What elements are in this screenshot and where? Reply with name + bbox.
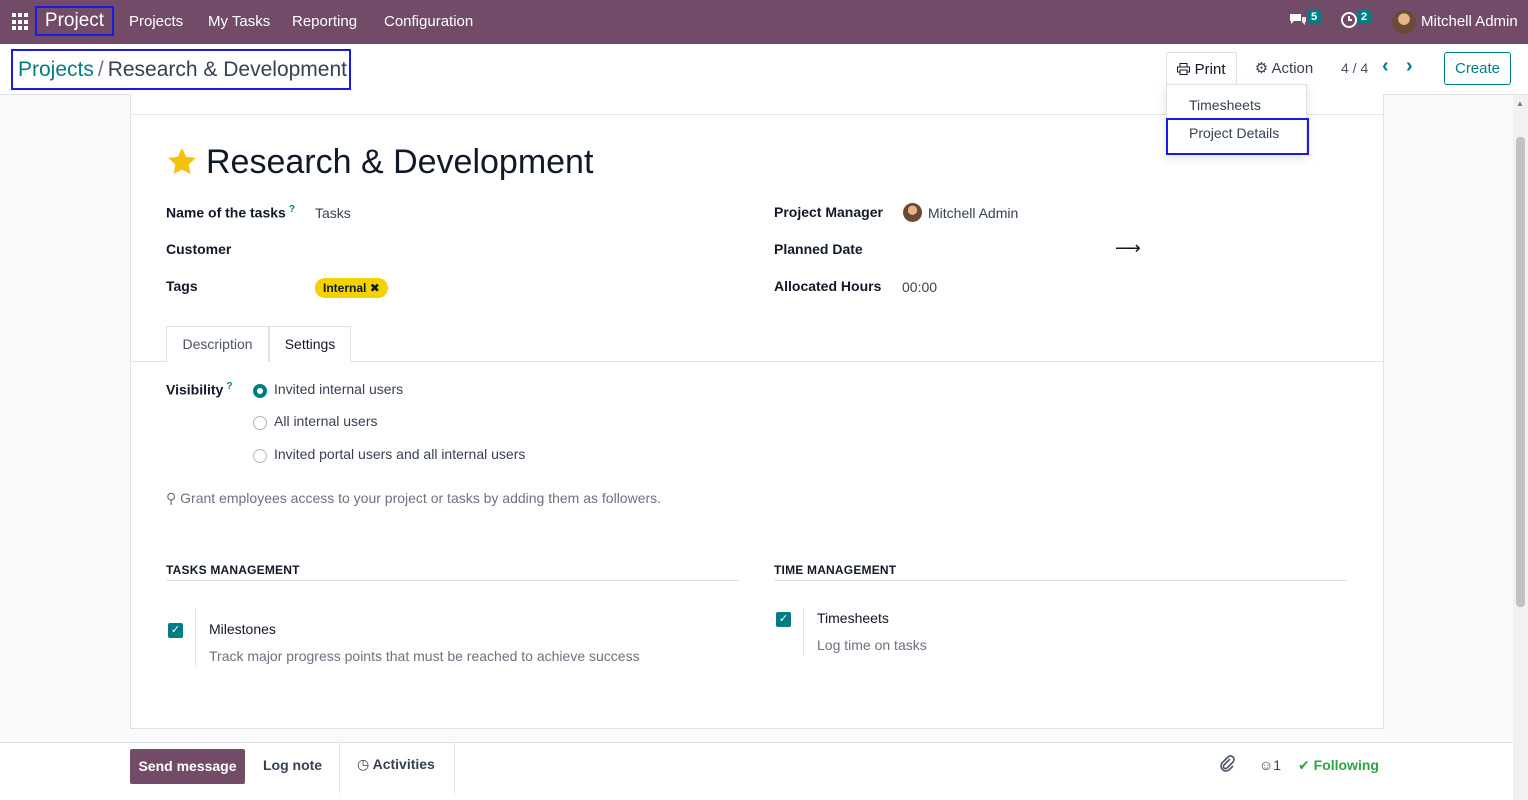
menu-reporting[interactable]: Reporting: [292, 13, 357, 30]
milestones-description: Track major progress points that must be…: [209, 648, 640, 664]
page-scrollbar[interactable]: ▲: [1513, 95, 1528, 800]
activity-clock-icon[interactable]: [1340, 11, 1358, 34]
pager-value[interactable]: 4 / 4: [1341, 60, 1368, 76]
print-timesheets-item[interactable]: Timesheets: [1189, 97, 1261, 113]
name-of-tasks-label: Name of the tasks?: [166, 204, 295, 221]
log-note-button[interactable]: Log note: [263, 757, 322, 773]
visibility-hint: ⚲ Grant employees access to your project…: [166, 490, 661, 507]
tasks-management-title: TASKS MANAGEMENT: [166, 563, 300, 577]
allocated-hours-field[interactable]: 00:00: [902, 279, 937, 295]
planned-date-end-field[interactable]: [1143, 241, 1343, 259]
create-button[interactable]: Create: [1444, 52, 1511, 85]
pager-next-icon[interactable]: ›: [1406, 56, 1413, 76]
milestones-divider: [195, 609, 196, 667]
customer-label: Customer: [166, 241, 232, 257]
help-icon[interactable]: ?: [226, 381, 232, 392]
customer-field[interactable]: [315, 241, 715, 259]
following-label: Following: [1313, 757, 1379, 773]
chatter-bar: Send message Log note ◷ Activities ☺1 ✔ …: [0, 742, 1528, 800]
clock-icon: ◷: [357, 756, 370, 772]
menu-projects[interactable]: Projects: [129, 13, 183, 30]
scroll-up-icon[interactable]: ▲: [1516, 99, 1524, 108]
printer-icon: [1177, 63, 1191, 75]
name-of-tasks-field[interactable]: Tasks: [315, 205, 351, 221]
radio-label-invited-internal[interactable]: Invited internal users: [274, 381, 403, 397]
visibility-hint-text: Grant employees access to your project o…: [180, 490, 662, 506]
radio-portal-and-internal[interactable]: [253, 449, 267, 463]
manager-avatar: [903, 203, 922, 222]
favorite-star-icon[interactable]: [166, 146, 198, 178]
chatter-divider: [454, 743, 455, 793]
action-button[interactable]: ⚙ Action: [1241, 52, 1327, 87]
breadcrumb-projects-link[interactable]: Projects: [18, 58, 94, 81]
breadcrumb-separator: /: [97, 58, 104, 81]
milestones-checkbox[interactable]: ✓: [168, 623, 183, 638]
user-menu[interactable]: Mitchell Admin: [1421, 13, 1518, 30]
scrollbar-thumb[interactable]: [1516, 137, 1525, 607]
visibility-label: Visibility?: [166, 381, 232, 398]
tag-internal[interactable]: Internal ✖: [315, 278, 388, 298]
timesheets-title: Timesheets: [817, 610, 889, 626]
radio-label-all-internal[interactable]: All internal users: [274, 413, 378, 429]
followers-count: 1: [1273, 757, 1282, 773]
send-message-button[interactable]: Send message: [130, 749, 245, 784]
user-avatar[interactable]: [1392, 10, 1416, 34]
tab-description[interactable]: Description: [166, 326, 269, 362]
radio-all-internal[interactable]: [253, 416, 267, 430]
following-button[interactable]: ✔ Following: [1298, 757, 1379, 774]
allocated-hours-label: Allocated Hours: [774, 278, 882, 294]
radio-invited-internal[interactable]: [253, 384, 267, 398]
app-brand[interactable]: Project: [35, 6, 114, 36]
messages-badge: 5: [1307, 10, 1322, 24]
lightbulb-icon: ⚲: [166, 490, 177, 506]
planned-date-start-field[interactable]: [903, 241, 1103, 259]
project-manager-label: Project Manager: [774, 204, 883, 220]
check-icon: ✔: [1298, 757, 1310, 773]
form-sheet: Research & Development Name of the tasks…: [130, 94, 1384, 729]
activities-button[interactable]: ◷ Activities: [357, 756, 435, 773]
timesheets-description: Log time on tasks: [817, 637, 927, 653]
tag-internal-label: Internal: [323, 281, 367, 295]
date-range-arrow-icon: ⟶: [1115, 238, 1141, 258]
visibility-label-text: Visibility: [166, 381, 224, 398]
project-details-highlight-box: [1166, 118, 1309, 155]
radio-label-portal-and-internal[interactable]: Invited portal users and all internal us…: [274, 446, 525, 462]
project-manager-field[interactable]: Mitchell Admin: [928, 205, 1018, 221]
project-title[interactable]: Research & Development: [206, 143, 593, 182]
planned-date-label: Planned Date: [774, 241, 863, 257]
remove-tag-icon[interactable]: ✖: [370, 281, 380, 295]
tasks-management-rule: [166, 580, 739, 581]
paperclip-icon[interactable]: [1219, 755, 1235, 778]
print-button[interactable]: Print: [1166, 52, 1237, 87]
followers-button[interactable]: ☺1: [1259, 757, 1281, 773]
time-management-rule: [774, 580, 1347, 581]
help-icon[interactable]: ?: [289, 204, 295, 215]
time-management-title: TIME MANAGEMENT: [774, 563, 897, 577]
chatter-divider: [339, 743, 340, 793]
print-label: Print: [1194, 61, 1226, 78]
menu-configuration[interactable]: Configuration: [384, 13, 473, 30]
breadcrumb-current: Research & Development: [107, 58, 347, 81]
tab-settings[interactable]: Settings: [269, 326, 351, 362]
top-navbar: Project Projects My Tasks Reporting Conf…: [0, 0, 1528, 44]
activities-badge: 2: [1357, 10, 1372, 24]
milestones-title: Milestones: [209, 621, 276, 637]
timesheets-divider: [803, 608, 804, 656]
pager-previous-icon[interactable]: ‹: [1382, 56, 1389, 76]
action-label: Action: [1271, 60, 1314, 77]
activities-label: Activities: [372, 756, 435, 772]
name-of-tasks-label-text: Name of the tasks: [166, 204, 286, 221]
apps-grid-icon[interactable]: [12, 13, 30, 31]
menu-my-tasks[interactable]: My Tasks: [208, 13, 270, 30]
breadcrumb: Projects / Research & Development: [11, 49, 351, 90]
tags-label: Tags: [166, 278, 198, 294]
user-icon: ☺: [1259, 757, 1274, 773]
timesheets-checkbox[interactable]: ✓: [776, 612, 791, 627]
messages-icon[interactable]: [1288, 11, 1308, 34]
gear-icon: ⚙: [1254, 60, 1269, 77]
